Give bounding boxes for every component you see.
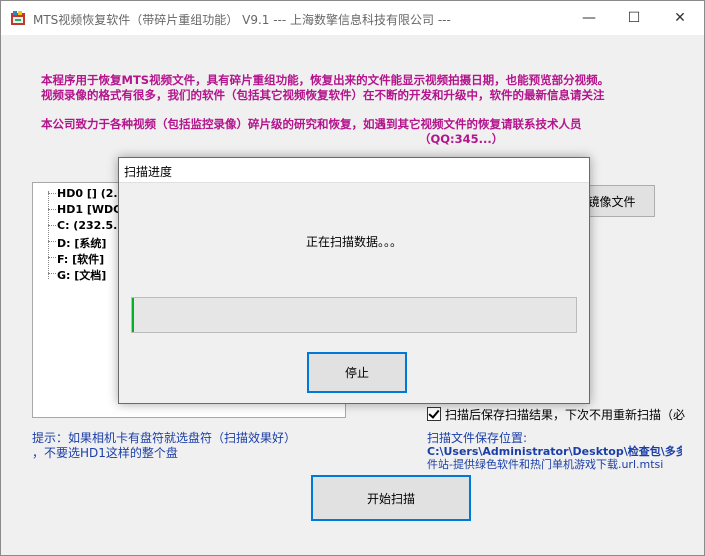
hint-line-2: ，不要选HD1这样的整个盘 (32, 446, 178, 460)
close-button[interactable]: ✕ (657, 1, 703, 35)
intro-line-1: 本程序用于恢复MTS视频文件，具有碎片重组功能，恢复出来的文件能显示视频拍摄日期… (41, 73, 610, 87)
save-location-path-2: 件站-提供绿色软件和热门单机游戏下载.url.mtsi (427, 458, 664, 471)
start-scan-button[interactable]: 开始扫描 (311, 475, 471, 521)
app-icon (11, 11, 25, 25)
intro-text: 本程序用于恢复MTS视频文件，具有碎片重组功能，恢复出来的文件能显示视频拍摄日期… (41, 73, 681, 147)
hint-line-1: 提示：如果相机卡有盘符就选盘符（扫描效果好） (32, 431, 297, 445)
stop-button[interactable]: 停止 (307, 352, 407, 393)
tree-item-c[interactable]: C: (232.5... (57, 219, 126, 232)
save-after-scan-checkbox[interactable] (427, 407, 441, 421)
minimize-button[interactable]: — (566, 1, 612, 35)
save-after-scan-label: 扫描后保存扫描结果，下次不用重新扫描（必 (445, 408, 686, 422)
tree-branch (48, 225, 56, 226)
tree-connector (48, 191, 49, 279)
main-window: MTS视频恢复软件（带碎片重组功能） V9.1 --- 上海数擎信息科技有限公司… (0, 0, 705, 556)
tree-branch (48, 273, 56, 274)
scan-status-text: 正在扫描数据。。。 (305, 235, 402, 249)
hint-text: 提示：如果相机卡有盘符就选盘符（扫描效果好） ，不要选HD1这样的整个盘 (32, 431, 332, 461)
save-location-label: 扫描文件保存位置: (427, 432, 528, 445)
scan-progress-bar (131, 297, 577, 333)
scan-progress-dialog: 扫描进度 正在扫描数据。。。 停止 (118, 157, 590, 404)
tree-branch (48, 209, 56, 210)
window-title: MTS视频恢复软件（带碎片重组功能） V9.1 --- 上海数擎信息科技有限公司… (33, 13, 451, 27)
tree-item-f[interactable]: F: [软件] (57, 251, 104, 267)
dialog-title-bar[interactable]: 扫描进度 (119, 158, 589, 183)
intro-line-2: 视频录像的格式有很多，我们的软件（包括其它视频恢复软件）在不断的开发和升级中，软… (41, 88, 605, 102)
intro-line-4: （QQ:345...） (419, 132, 504, 146)
dialog-title: 扫描进度 (124, 165, 173, 179)
save-location-path-1: C:\Users\Administrator\Desktop\检查包\多多 (427, 445, 682, 458)
tree-branch (48, 257, 56, 258)
tree-item-g[interactable]: G: [文档] (57, 267, 106, 283)
save-location: 扫描文件保存位置: C:\Users\Administrator\Desktop… (427, 432, 682, 471)
maximize-button[interactable]: ☐ (611, 1, 657, 35)
tree-item-hd0[interactable]: HD0 [] (2... (57, 187, 126, 200)
save-after-scan-option[interactable]: 扫描后保存扫描结果，下次不用重新扫描（必 (427, 406, 685, 423)
tree-branch (48, 193, 56, 194)
tree-item-d[interactable]: D: [系统] (57, 235, 106, 251)
title-bar[interactable]: MTS视频恢复软件（带碎片重组功能） V9.1 --- 上海数擎信息科技有限公司… (1, 1, 704, 35)
progress-fill (132, 298, 134, 332)
intro-line-3: 本公司致力于各种视频（包括监控录像）碎片级的研究和恢复，如遇到其它视频文件的恢复… (41, 117, 582, 131)
tree-branch (48, 241, 56, 242)
